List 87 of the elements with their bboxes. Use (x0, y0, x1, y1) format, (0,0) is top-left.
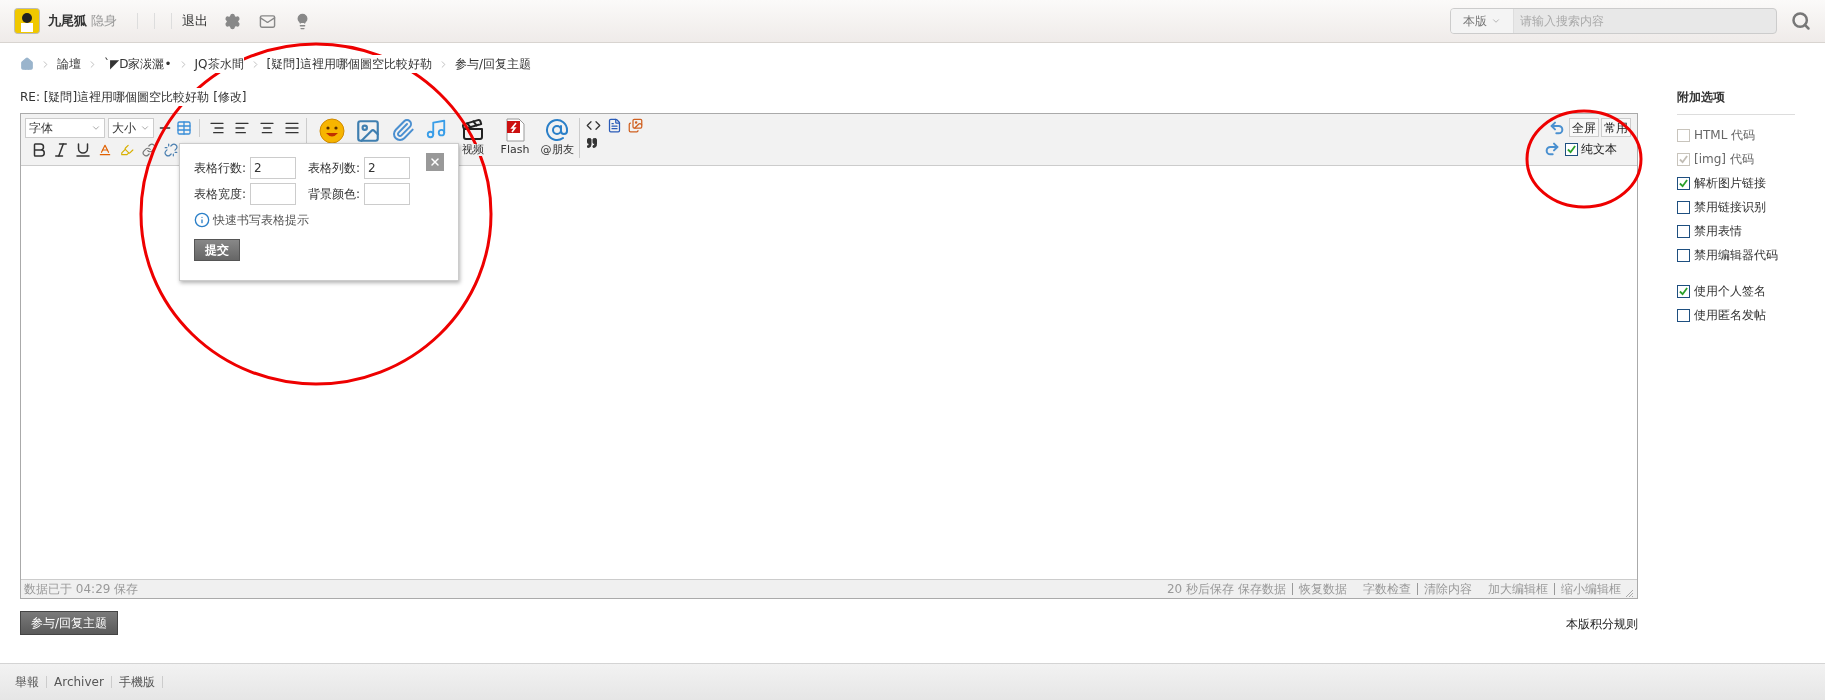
table-input-field[interactable]: 2 (364, 157, 411, 179)
footer-link[interactable]: Archiver (54, 673, 104, 691)
link-icon[interactable] (142, 143, 156, 157)
table-icon[interactable] (176, 120, 192, 136)
checkbox[interactable] (1677, 308, 1690, 322)
resize-handle-icon[interactable] (1624, 588, 1634, 598)
search-icon[interactable] (1791, 11, 1811, 31)
word-document-icon[interactable] (607, 118, 622, 133)
option-label[interactable]: 解析图片链接 (1694, 174, 1766, 192)
close-button[interactable] (426, 153, 444, 171)
option-label[interactable]: 禁用表情 (1694, 222, 1742, 240)
footer-link[interactable]: 舉報 (15, 673, 39, 691)
redo-icon[interactable] (1544, 141, 1560, 157)
option-label[interactable]: 使用个人签名 (1694, 282, 1766, 300)
align-right-icon[interactable] (209, 120, 225, 136)
unlink-icon[interactable] (164, 143, 178, 157)
options-title: 附加选项 (1677, 88, 1795, 115)
checkbox[interactable] (1677, 248, 1690, 262)
close-icon (429, 156, 441, 168)
size-dropdown[interactable]: 大小 (108, 118, 154, 138)
field-label: 表格列数: (308, 160, 361, 177)
media-button[interactable]: Flash (499, 118, 531, 156)
search-scope-dropdown[interactable]: 本版 (1451, 9, 1514, 33)
save-status: 数据已于 04:29 保存 (24, 581, 139, 598)
avatar-icon (14, 8, 40, 34)
field-label: 表格宽度: (194, 186, 247, 203)
checkbox[interactable] (1565, 142, 1578, 156)
caret-icon (140, 123, 150, 133)
check-icon (1679, 154, 1688, 164)
paperclip-icon[interactable] (391, 118, 415, 142)
field-label: 背景颜色: (308, 186, 361, 203)
rules-link[interactable]: 本版积分规则 (1566, 615, 1638, 633)
caret-icon (91, 123, 101, 133)
quote-icon[interactable] (586, 137, 598, 149)
smiley-icon[interactable] (319, 118, 345, 144)
mode-button[interactable]: 全屏 (1569, 118, 1599, 137)
edit-link[interactable]: [修改] (213, 88, 247, 106)
underline-icon[interactable] (73, 141, 93, 159)
field-label: 表格行数: (194, 160, 247, 177)
post-title: RE: [疑問]這裡用哪個圖空比較好勒 (20, 88, 210, 106)
undo-icon[interactable] (1549, 119, 1565, 136)
info-icon[interactable] (194, 212, 210, 228)
align-left-icon[interactable] (234, 120, 250, 136)
font-dropdown[interactable]: 字体 (25, 118, 105, 138)
media-button[interactable]: @朋友 (541, 118, 573, 156)
align-center-icon[interactable] (259, 120, 275, 136)
option-label[interactable]: 禁用编辑器代码 (1694, 246, 1778, 264)
submit-button[interactable]: 提交 (194, 239, 240, 261)
font-color-icon[interactable] (98, 143, 112, 157)
checkbox[interactable] (1677, 284, 1690, 298)
checkbox[interactable] (1677, 176, 1690, 190)
checkbox[interactable] (1677, 224, 1690, 238)
check-icon (1679, 178, 1688, 188)
code-icon[interactable] (586, 118, 601, 133)
breadcrumb-link[interactable]: JQ茶水間 (194, 55, 244, 73)
music-note-icon[interactable] (425, 118, 447, 140)
logout-link[interactable]: 退出 (182, 11, 208, 31)
option-label[interactable]: 使用匿名发帖 (1694, 306, 1766, 324)
reply-button[interactable]: 参与/回复主题 (20, 611, 119, 635)
flash-file-icon (504, 118, 526, 142)
clapperboard-icon (461, 118, 485, 142)
table-input-field[interactable]: 2 (250, 157, 297, 179)
check-icon (1679, 286, 1688, 296)
breadcrumb-link[interactable]: [疑問]這裡用哪個圖空比較好勒 (266, 55, 432, 73)
option-label[interactable]: 禁用链接识别 (1694, 198, 1766, 216)
plain-text-label[interactable]: 纯文本 (1581, 140, 1631, 158)
images-icon[interactable] (628, 118, 643, 133)
breadcrumb-link[interactable]: 論壇 (57, 55, 81, 73)
table-hint-link[interactable]: 快速书写表格提示 (213, 211, 309, 229)
at-sign-icon (545, 118, 569, 142)
media-button[interactable]: 视频 (457, 118, 489, 156)
breadcrumb-link[interactable]: `◤D家湠灑• (104, 55, 172, 73)
search-field[interactable]: 本版 请输入搜索内容 (1450, 8, 1777, 34)
autosave-countdown: 20 秒后保存 (1166, 581, 1234, 598)
breadcrumb-link[interactable]: 参与/回复主题 (454, 55, 531, 73)
caret-icon (1491, 16, 1501, 26)
home-icon[interactable] (20, 57, 34, 71)
user-name[interactable]: 九尾狐 (48, 11, 87, 31)
checkbox[interactable] (1677, 200, 1690, 214)
check-icon (1567, 144, 1576, 154)
image-icon[interactable] (355, 118, 381, 144)
align-justify-icon[interactable] (284, 120, 300, 136)
table-input-field[interactable] (250, 183, 297, 205)
settings-icon[interactable] (224, 12, 241, 30)
footer-link[interactable]: 手機版 (118, 673, 155, 691)
table-input-field[interactable] (364, 183, 411, 205)
mail-icon[interactable] (259, 12, 276, 30)
